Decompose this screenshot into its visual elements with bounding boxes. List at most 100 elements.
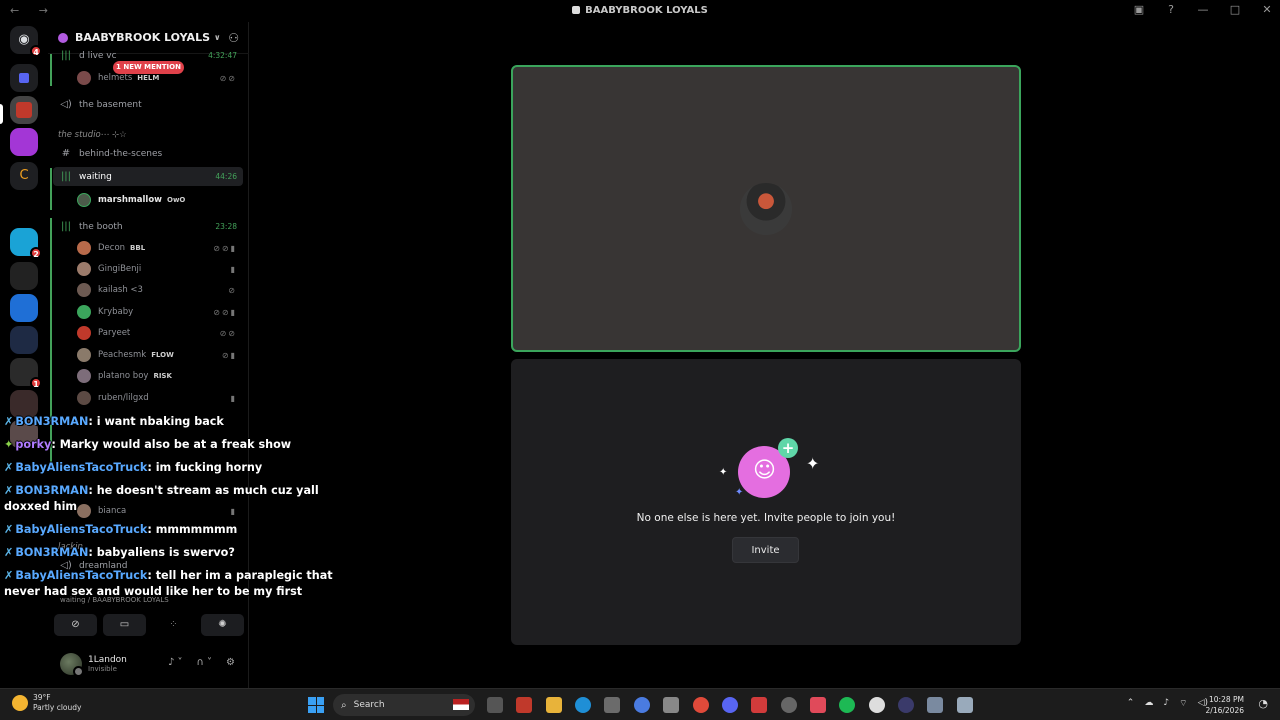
server-icon-game[interactable]: 2 <box>10 228 42 259</box>
server-icon-purple[interactable] <box>10 128 38 156</box>
voice-icon: ||| <box>60 221 72 232</box>
voice-channel-booth[interactable]: ||| the booth 23:28 <box>53 217 243 236</box>
voice-channel-waiting[interactable]: ||| waiting 44:26 <box>53 167 243 186</box>
chat-message: ✗ BON3RMAN: he doesn't stream as much cuz… <box>4 484 319 513</box>
app-pink-icon[interactable] <box>810 697 826 713</box>
server-icon-m[interactable] <box>10 326 38 354</box>
window-controls: ▣ ? — □ ✕ <box>1132 3 1274 16</box>
chrome-icon[interactable] <box>693 697 709 713</box>
maximize-button[interactable]: □ <box>1228 3 1242 16</box>
app-gray-icon[interactable] <box>781 697 797 713</box>
avatar <box>77 348 91 362</box>
headphones-icon[interactable]: ∩ ˅ <box>197 657 213 668</box>
invite-button[interactable]: Invite <box>732 537 799 563</box>
member-paryeet[interactable]: Paryeet ⊘⊘ <box>77 323 243 343</box>
edge-icon[interactable] <box>575 697 591 713</box>
app-icon[interactable] <box>634 697 650 713</box>
member-peachesmk[interactable]: Peachesmk FLOW ⊘▮ <box>77 345 243 365</box>
system-tray: ⌃ ☁ ♪ ⌔ ◁) <box>1127 698 1208 709</box>
title-bar: ← → BAABYBROOK LOYALS ▣ ? — □ ✕ <box>0 0 1280 22</box>
inbox-icon[interactable]: ▣ <box>1132 3 1146 16</box>
app-purple-icon[interactable] <box>898 697 914 713</box>
avatar <box>77 305 91 319</box>
calculator-icon[interactable] <box>957 697 973 713</box>
wifi-icon[interactable]: ⌔ <box>1179 698 1187 709</box>
server-icon-c[interactable]: C <box>10 162 38 190</box>
user-panel: 1Landon Invisible ♪ ˅ ∩ ˅ ⚙ <box>48 644 249 684</box>
weather-widget[interactable]: 39°F Partly cloudy <box>12 693 81 713</box>
user-status: Invisible <box>88 665 117 673</box>
participant-tile-speaking[interactable] <box>511 65 1021 352</box>
flag-icon <box>453 699 469 710</box>
windows-taskbar: 39°F Partly cloudy ⌕ Search ⌃ ☁ ♪ ⌔ ◁) 1… <box>0 688 1280 720</box>
taskbar-search[interactable]: ⌕ Search <box>333 694 475 716</box>
chevron-down-icon: ∨ <box>214 33 221 42</box>
server-icon-plant[interactable] <box>10 262 38 290</box>
member-krybaby[interactable]: Krybaby ⊘⊘▮ <box>77 302 243 322</box>
server-icon-alien[interactable]: 1 <box>10 358 42 389</box>
chat-message: ✗ BabyAliensTacoTruck: mmmmmmm <box>4 523 238 536</box>
minimize-button[interactable]: — <box>1196 3 1210 16</box>
sparkle-icon: ✦ <box>735 487 744 498</box>
server-icon-folder[interactable] <box>10 64 38 92</box>
discord-home-icon[interactable]: ◉ 4 <box>10 26 42 57</box>
soundboard-button[interactable]: ✺ <box>201 614 244 636</box>
search-icon: ⌕ <box>341 699 347 711</box>
server-icon-baabybrook[interactable] <box>10 96 38 124</box>
app-tool-icon[interactable] <box>927 697 943 713</box>
voice-stage: ☺ + ✦ ✦ ✦ No one else is here yet. Invit… <box>250 22 1280 688</box>
new-mention-pill[interactable]: 1 NEW MENTION <box>113 61 184 74</box>
app-red-icon[interactable] <box>751 697 767 713</box>
screen-share-button[interactable]: ▭ <box>103 614 146 636</box>
sparkle-icon: ✦ <box>806 454 820 473</box>
amd-icon[interactable] <box>516 697 532 713</box>
category-studio[interactable]: the studio⋯ ⊹☆ <box>58 130 127 140</box>
task-view-icon[interactable] <box>487 697 503 713</box>
start-button[interactable] <box>308 697 324 713</box>
close-button[interactable]: ✕ <box>1260 3 1274 16</box>
discord-window: ← → BAABYBROOK LOYALS ▣ ? — □ ✕ ◉ 4 C 2 1… <box>0 0 1280 720</box>
member-gingibenji[interactable]: GingiBenji ▮ <box>77 259 243 279</box>
stream-chat-overlay: ✗ BON3RMAN: i want nbaking back ✦ porky: M… <box>4 414 349 607</box>
notification-bell-icon[interactable]: ◔ <box>1258 697 1268 710</box>
member-marshmallow[interactable]: marshmallow OwO <box>77 190 243 210</box>
chevron-up-icon[interactable]: ⌃ <box>1127 698 1135 709</box>
camera-off-button[interactable]: ⊘ <box>54 614 97 636</box>
member-platano-boy[interactable]: platano boy RISK <box>77 366 243 386</box>
member-kailash[interactable]: kailash <3 ⊘ <box>77 280 243 300</box>
network-icon[interactable]: ☁ <box>1144 698 1153 709</box>
sparkle-icon: ✦ <box>719 467 728 478</box>
avatar[interactable] <box>60 653 84 677</box>
server-icon <box>572 6 581 14</box>
store-icon[interactable] <box>604 697 620 713</box>
spotify-icon[interactable] <box>839 697 855 713</box>
server-emblem-icon <box>58 32 68 43</box>
window-title: BAABYBROOK LOYALS <box>0 5 1280 16</box>
invite-tile: ☺ + ✦ ✦ ✦ No one else is here yet. Invit… <box>511 359 1021 645</box>
voice-controls: ⊘ ▭ ⁘ ✺ <box>54 614 244 636</box>
mic-icon[interactable]: ♪ ˅ <box>168 657 183 668</box>
avatar <box>77 326 91 340</box>
chat-message: ✦ porky: Marky would also be at a freak s… <box>4 438 292 451</box>
settings-icon[interactable] <box>663 697 679 713</box>
voice-channel-basement[interactable]: ◁) the basement <box>53 95 243 114</box>
voice-icon: ||| <box>60 50 72 61</box>
obs-icon[interactable] <box>869 697 885 713</box>
help-icon[interactable]: ? <box>1164 3 1178 16</box>
avatar <box>77 262 91 276</box>
text-channel-behind-the-scenes[interactable]: # behind-the-scenes <box>53 144 243 163</box>
voice-icon: ||| <box>60 171 72 182</box>
weather-icon <box>12 695 28 711</box>
discord-icon[interactable] <box>722 697 738 713</box>
member-decon[interactable]: Decon BBL ⊘⊘▮ <box>77 238 243 258</box>
activities-button[interactable]: ⁘ <box>152 614 195 636</box>
voice-locked-icon: ◁) <box>60 99 72 110</box>
gear-icon[interactable]: ⚙ <box>226 657 235 668</box>
mic-icon[interactable]: ♪ <box>1163 698 1169 709</box>
clock[interactable]: 10:28 PM 2/16/2026 <box>1206 694 1244 716</box>
file-explorer-icon[interactable] <box>546 697 562 713</box>
add-member-icon[interactable]: ⚇ <box>228 31 239 45</box>
member-ruben[interactable]: ruben/lilgxd ▮ <box>77 388 243 408</box>
avatar <box>77 193 91 207</box>
server-icon-blue[interactable] <box>10 294 38 322</box>
